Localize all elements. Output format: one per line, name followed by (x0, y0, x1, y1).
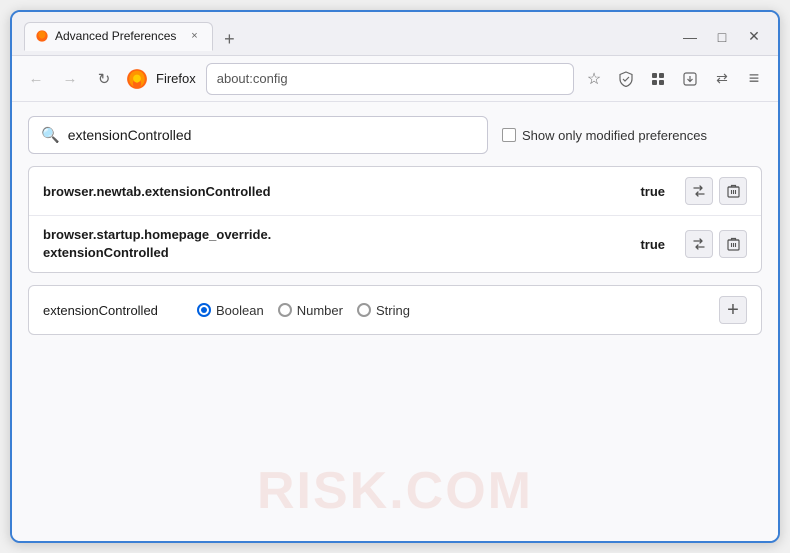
forward-button[interactable]: → (56, 65, 84, 93)
downloads-icon (682, 71, 698, 87)
radio-group: Boolean Number String (197, 303, 705, 318)
firefox-logo (126, 68, 148, 90)
radio-string[interactable]: String (357, 303, 410, 318)
downloads-button[interactable] (676, 65, 704, 93)
back-button[interactable]: ← (22, 65, 50, 93)
delete-icon (727, 237, 740, 251)
address-url: about:config (217, 71, 288, 86)
nav-icons: ☆ ⇄ (580, 65, 768, 93)
table-row: browser.startup.homepage_override.extens… (29, 216, 761, 272)
table-row: browser.newtab.extensionControlled true (29, 167, 761, 216)
delete-icon (727, 184, 740, 198)
radio-boolean-label: Boolean (216, 303, 264, 318)
tab-close-button[interactable]: × (186, 28, 202, 44)
watermark: RISK.COM (257, 461, 533, 521)
active-tab[interactable]: Advanced Preferences × (24, 22, 213, 51)
shield-icon (618, 71, 634, 87)
row-actions-2 (685, 230, 747, 258)
add-pref-button[interactable]: + (719, 296, 747, 324)
bookmark-button[interactable]: ☆ (580, 65, 608, 93)
site-name: Firefox (156, 71, 196, 86)
close-button[interactable]: ✕ (742, 25, 766, 49)
reload-button[interactable]: ↻ (90, 65, 118, 93)
show-modified-checkbox[interactable] (502, 128, 516, 142)
new-pref-name: extensionControlled (43, 303, 183, 318)
window-controls: — □ ✕ (678, 25, 766, 49)
radio-number-circle (278, 303, 292, 317)
row-actions-1 (685, 177, 747, 205)
extension-icon (650, 71, 666, 87)
maximize-button[interactable]: □ (710, 25, 734, 49)
add-pref-row: extensionControlled Boolean Number Strin… (28, 285, 762, 335)
delete-button-1[interactable] (719, 177, 747, 205)
radio-number-label: Number (297, 303, 343, 318)
search-box[interactable]: 🔍 extensionControlled (28, 116, 488, 154)
radio-boolean[interactable]: Boolean (197, 303, 264, 318)
shield-button[interactable] (612, 65, 640, 93)
delete-button-2[interactable] (719, 230, 747, 258)
title-bar: Advanced Preferences × + — □ ✕ (12, 12, 778, 56)
new-tab-button[interactable]: + (217, 27, 241, 51)
pref-value-1: true (640, 184, 665, 199)
tab-title: Advanced Preferences (55, 29, 176, 43)
show-modified-label: Show only modified preferences (522, 128, 707, 143)
swap-icon (692, 184, 706, 198)
pref-name-1: browser.newtab.extensionControlled (43, 184, 630, 199)
radio-string-label: String (376, 303, 410, 318)
swap-button-1[interactable] (685, 177, 713, 205)
sync-button[interactable]: ⇄ (708, 65, 736, 93)
content-area: RISK.COM 🔍 extensionControlled Show only… (12, 102, 778, 541)
radio-number[interactable]: Number (278, 303, 343, 318)
show-modified-wrap: Show only modified preferences (502, 128, 707, 143)
minimize-button[interactable]: — (678, 25, 702, 49)
search-value: extensionControlled (68, 127, 192, 143)
browser-window: Advanced Preferences × + — □ ✕ ← → ↻ Fir… (10, 10, 780, 543)
results-table: browser.newtab.extensionControlled true (28, 166, 762, 273)
tab-favicon (35, 29, 49, 43)
pref-name-2: browser.startup.homepage_override.extens… (43, 226, 630, 262)
pref-value-2: true (640, 237, 665, 252)
extension-button[interactable] (644, 65, 672, 93)
tab-area: Advanced Preferences × + (24, 22, 666, 51)
menu-button[interactable]: ≡ (740, 65, 768, 93)
swap-button-2[interactable] (685, 230, 713, 258)
address-bar[interactable]: about:config (206, 63, 574, 95)
radio-boolean-circle (197, 303, 211, 317)
radio-string-circle (357, 303, 371, 317)
nav-bar: ← → ↻ Firefox about:config ☆ (12, 56, 778, 102)
search-row: 🔍 extensionControlled Show only modified… (28, 116, 762, 154)
swap-icon (692, 237, 706, 251)
search-icon: 🔍 (41, 126, 60, 144)
